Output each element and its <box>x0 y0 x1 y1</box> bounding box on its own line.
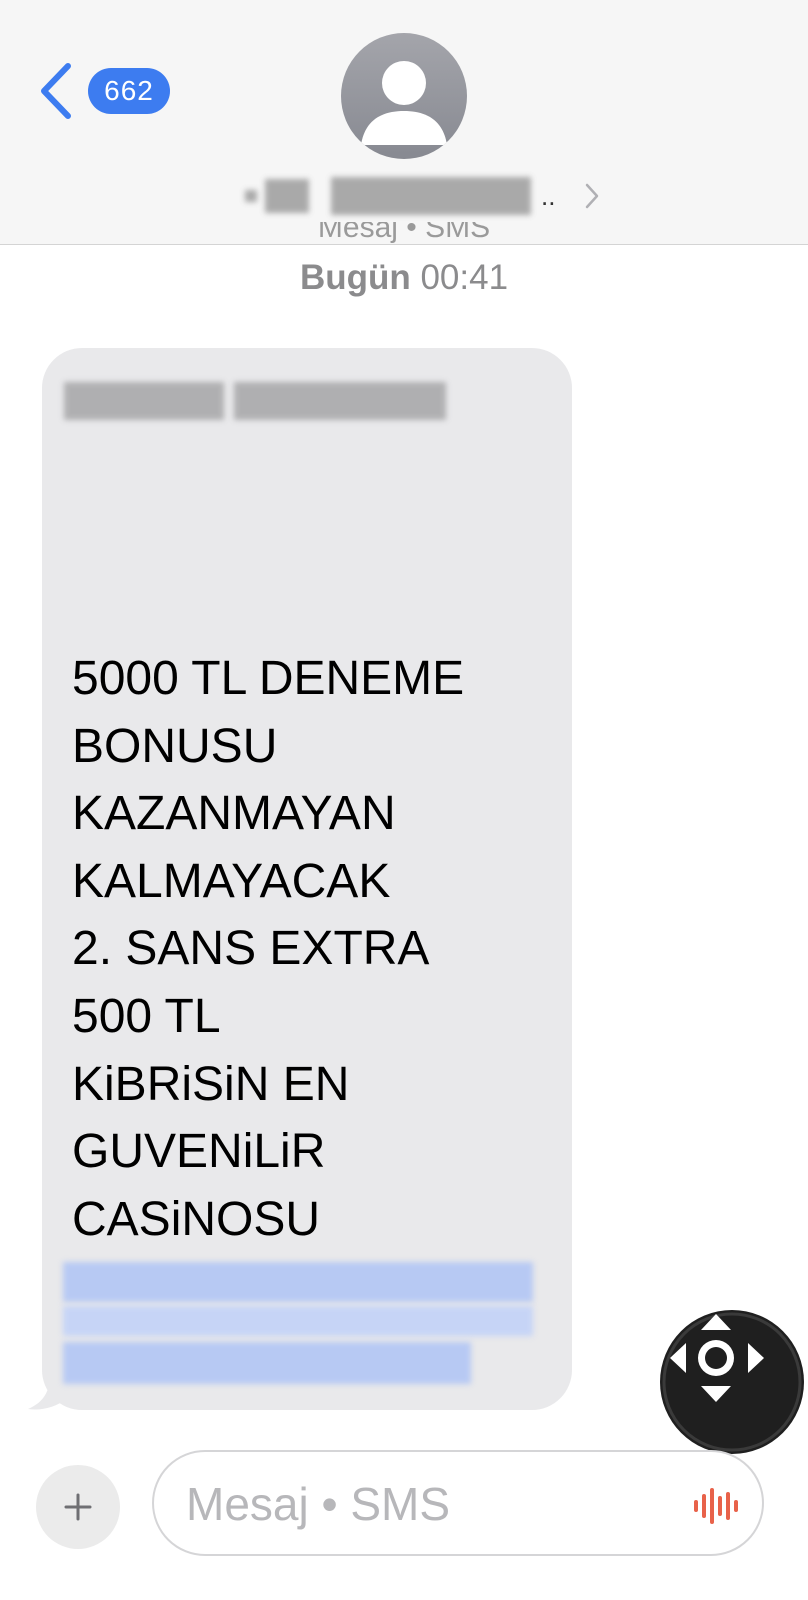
unread-count-badge: 662 <box>88 68 170 114</box>
contact-name[interactable]: .. <box>245 172 599 220</box>
redacted-text <box>234 382 446 420</box>
service-label-text: Mesaj • SMS <box>317 222 491 244</box>
chevron-right-icon <box>586 183 599 209</box>
directional-pad-icon <box>662 1312 802 1452</box>
redacted-link-line <box>63 1262 533 1302</box>
message-text: 5000 TL DENEME BONUSU KAZANMAYAN KALMAYA… <box>72 652 465 1246</box>
waveform-icon <box>694 1488 738 1524</box>
timestamp-day: Bugün <box>299 258 411 297</box>
message-input-container <box>152 1450 764 1556</box>
redacted-text <box>64 382 224 420</box>
conversation-header: 662 .. <box>0 0 808 245</box>
redacted-link-line <box>63 1342 471 1384</box>
contact-name-ellipsis: .. <box>541 180 556 211</box>
audio-message-button[interactable] <box>692 1486 742 1526</box>
redacted-contact-name <box>331 177 531 215</box>
chevron-left-icon <box>41 63 71 119</box>
message-input[interactable] <box>184 1470 668 1538</box>
redacted-contact-name <box>245 190 257 202</box>
redacted-contact-name <box>265 179 309 213</box>
service-label: Mesaj • SMS <box>0 222 808 252</box>
back-button[interactable]: 662 <box>38 60 170 122</box>
plus-icon <box>64 1493 92 1521</box>
redacted-sender-line <box>64 382 446 420</box>
add-attachment-button[interactable] <box>36 1465 120 1549</box>
contact-avatar[interactable] <box>341 33 467 159</box>
timestamp-time: 00:41 <box>420 258 509 297</box>
assistive-touch-button[interactable] <box>660 1310 804 1454</box>
message-timestamp: Bugün 00:41 <box>0 258 808 298</box>
person-icon <box>341 33 467 159</box>
redacted-link[interactable] <box>63 1262 543 1392</box>
redacted-link-line <box>63 1306 533 1336</box>
